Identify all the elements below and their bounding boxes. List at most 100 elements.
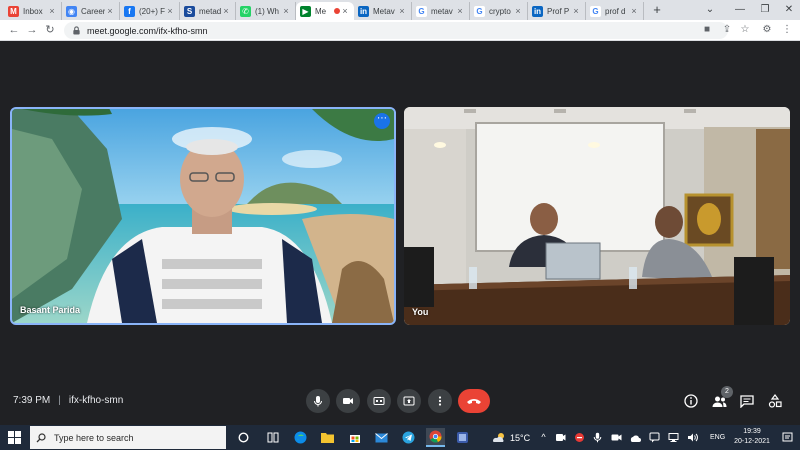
tab-title: Career xyxy=(81,6,105,16)
input-language[interactable]: ENG xyxy=(710,434,725,441)
participant-name: Basant Parida xyxy=(20,305,81,315)
self-view-tile[interactable]: You xyxy=(404,107,790,325)
mail-icon xyxy=(375,432,388,442)
browser-tab[interactable]: in Metav × xyxy=(354,2,412,20)
taskbar-chrome[interactable] xyxy=(426,428,445,447)
close-tab-icon[interactable]: × xyxy=(105,6,115,16)
camera-button[interactable] xyxy=(336,389,360,413)
close-tab-icon[interactable]: × xyxy=(221,6,231,16)
leave-call-button[interactable] xyxy=(458,389,490,413)
browser-tab[interactable]: Gmetav × xyxy=(412,2,470,20)
weather-temperature[interactable]: 15°C xyxy=(510,433,530,443)
notifications-icon[interactable] xyxy=(782,432,793,443)
browser-tab[interactable]: ✆ (1) Wh × xyxy=(236,2,296,20)
clock-time: 19:39 xyxy=(743,428,761,435)
browser-tab[interactable]: in Prof P × xyxy=(528,2,586,20)
task-view-button[interactable] xyxy=(263,428,282,447)
meet-tray-icon[interactable] xyxy=(555,432,566,443)
self-name: You xyxy=(412,307,429,317)
chat-tray-icon[interactable] xyxy=(649,432,660,443)
taskbar-telegram[interactable] xyxy=(399,428,418,447)
captions-button[interactable] xyxy=(367,389,391,413)
browser-tab[interactable]: M Inbox × xyxy=(4,2,62,20)
share-icon[interactable]: ⇪ xyxy=(720,23,734,37)
address-bar[interactable]: meet.google.com/ifx-kfho-smn xyxy=(64,22,728,39)
close-tab-icon[interactable]: × xyxy=(455,6,465,16)
chat-button[interactable] xyxy=(738,391,756,411)
close-tab-icon[interactable]: × xyxy=(340,6,350,16)
search-placeholder: Type here to search xyxy=(54,432,134,443)
meeting-info: 7:39 PM | ifx-kfho-smn xyxy=(13,395,123,406)
microphone-icon xyxy=(314,396,322,407)
tab-title: (1) Wh xyxy=(255,6,279,16)
hang-up-icon xyxy=(467,399,481,404)
restore-icon[interactable]: ❐ xyxy=(755,0,775,20)
new-tab-button[interactable]: + xyxy=(650,2,664,18)
meeting-details-button[interactable] xyxy=(682,391,700,411)
close-tab-icon[interactable]: × xyxy=(165,6,175,16)
close-tab-icon[interactable]: × xyxy=(397,6,407,16)
meeting-code: ifx-kfho-smn xyxy=(68,395,124,406)
linkedin-icon: in xyxy=(532,5,543,17)
camera-in-use-icon[interactable]: ■ xyxy=(700,23,714,37)
close-window-icon[interactable]: ✕ xyxy=(779,0,799,20)
taskbar-edge[interactable] xyxy=(291,428,310,447)
activities-button[interactable] xyxy=(766,391,784,411)
browser-menu-icon[interactable]: ⋮ xyxy=(780,23,794,37)
extension-icon[interactable]: ⚙ xyxy=(760,23,774,37)
minimize-icon[interactable]: — xyxy=(730,0,750,20)
weather-icon[interactable] xyxy=(492,431,506,443)
close-tab-icon[interactable]: × xyxy=(47,6,57,16)
participant-tile[interactable]: ⋯ Basant Parida xyxy=(10,107,396,325)
more-options-icon[interactable]: ⋯ xyxy=(374,113,390,129)
forward-icon[interactable]: → xyxy=(24,22,40,38)
app-icon xyxy=(457,432,468,443)
tab-title: Prof P xyxy=(547,6,570,16)
close-tab-icon[interactable]: × xyxy=(513,6,523,16)
bookmark-star-icon[interactable]: ☆ xyxy=(738,23,752,37)
taskbar-mail[interactable] xyxy=(372,428,391,447)
mic-in-use-icon[interactable] xyxy=(592,432,603,443)
back-icon[interactable]: ← xyxy=(6,22,22,38)
cortana-button[interactable] xyxy=(234,428,253,447)
browser-tab[interactable]: Gprof d × xyxy=(586,2,644,20)
meet-icon: ▶ xyxy=(300,5,311,17)
tab-active[interactable]: ▶ Me × xyxy=(296,2,354,20)
present-button[interactable] xyxy=(397,389,421,413)
tab-search-icon[interactable]: ⌄ xyxy=(700,0,720,20)
windows-start-icon[interactable] xyxy=(8,431,21,444)
close-tab-icon[interactable]: × xyxy=(281,6,291,16)
browser-tab[interactable]: Gcrypto × xyxy=(470,2,528,20)
google-icon: G xyxy=(590,5,601,17)
browser-toolbar: ← → ↻ meet.google.com/ifx-kfho-smn ■ ⇪ ☆… xyxy=(0,20,800,41)
taskbar-search-box[interactable]: Type here to search xyxy=(30,426,226,449)
volume-icon[interactable] xyxy=(687,432,698,443)
participant-count-badge: 2 xyxy=(721,386,733,398)
microphone-button[interactable] xyxy=(306,389,330,413)
network-icon[interactable] xyxy=(668,432,679,443)
cortana-icon xyxy=(238,432,249,443)
search-icon xyxy=(36,432,46,442)
reload-icon[interactable]: ↻ xyxy=(42,22,58,38)
taskbar-file-explorer[interactable] xyxy=(318,428,337,447)
present-screen-icon xyxy=(403,396,415,406)
captions-icon xyxy=(373,397,385,405)
browser-tab[interactable]: ◉ Career × xyxy=(62,2,120,20)
browser-tab[interactable]: Smetad × xyxy=(180,2,236,20)
browser-tab[interactable]: f (20+) F × xyxy=(120,2,180,20)
antivirus-icon[interactable] xyxy=(574,432,585,443)
system-clock[interactable]: 19:39 20-12-2021 xyxy=(730,427,774,447)
onedrive-icon[interactable] xyxy=(630,432,641,443)
tab-title: (20+) F xyxy=(139,6,165,16)
chevron-up-icon[interactable]: ^ xyxy=(538,432,549,443)
taskbar-app[interactable] xyxy=(453,428,472,447)
close-tab-icon[interactable]: × xyxy=(571,6,581,16)
more-options-button[interactable] xyxy=(428,389,452,413)
clock-date: 20-12-2021 xyxy=(734,438,770,445)
taskbar-store[interactable] xyxy=(345,428,364,447)
url-text: meet.google.com/ifx-kfho-smn xyxy=(87,25,208,36)
tab-title: metad xyxy=(199,6,221,16)
camera-tray-icon[interactable] xyxy=(611,432,622,443)
tab-title: crypto xyxy=(489,6,511,16)
close-tab-icon[interactable]: × xyxy=(629,6,639,16)
